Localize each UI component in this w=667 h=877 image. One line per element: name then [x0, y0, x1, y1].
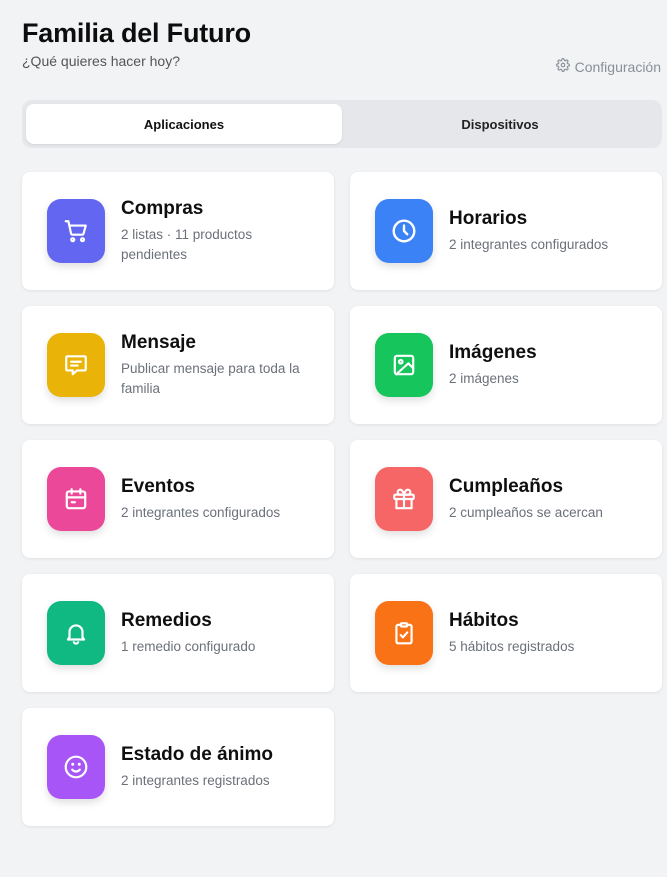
- message-icon: [65, 355, 87, 376]
- app-card-horarios[interactable]: Horarios 2 integrantes configurados: [350, 172, 662, 290]
- card-title: Compras: [121, 197, 204, 219]
- app-card-eventos[interactable]: Eventos 2 integrantes configurados: [22, 440, 334, 558]
- app-icon-tile: [375, 467, 433, 531]
- app-icon-tile: [47, 601, 105, 665]
- page-header: Familia del Futuro ¿Qué quieres hacer ho…: [22, 18, 251, 69]
- smile-icon: [64, 755, 88, 779]
- app-grid: Compras 2 listas · 11 productos pendient…: [22, 172, 662, 826]
- card-title: Imágenes: [449, 341, 537, 363]
- app-card-mensaje[interactable]: Mensaje Publicar mensaje para toda la fa…: [22, 306, 334, 424]
- page-title: Familia del Futuro: [22, 18, 251, 48]
- app-card-estado-de-animo[interactable]: Estado de ánimo 2 integrantes registrado…: [22, 708, 334, 826]
- app-icon-tile: [47, 333, 105, 397]
- calendar-icon: [65, 488, 87, 510]
- card-subtitle: 2 cumpleaños se acercan: [449, 504, 603, 520]
- gear-icon: [555, 58, 570, 75]
- app-card-compras[interactable]: Compras 2 listas · 11 productos pendient…: [22, 172, 334, 290]
- settings-label: Configuración: [574, 58, 661, 75]
- card-subtitle: 2 integrantes configurados: [121, 504, 281, 520]
- card-title: Horarios: [449, 207, 528, 229]
- card-title: Estado de ánimo: [121, 743, 274, 765]
- app-icon-tile: [375, 601, 433, 665]
- card-subtitle: Publicar mensaje para toda la familia: [121, 360, 300, 396]
- card-title: Eventos: [121, 475, 195, 497]
- card-subtitle: 1 remedio configurado: [121, 638, 256, 654]
- app-icon-tile: [375, 333, 433, 397]
- app-icon-tile: [47, 199, 105, 263]
- card-subtitle: 2 integrantes configurados: [449, 236, 609, 252]
- card-title: Mensaje: [121, 331, 196, 353]
- card-title: Hábitos: [449, 609, 519, 631]
- app-card-remedios[interactable]: Remedios 1 remedio configurado: [22, 574, 334, 692]
- card-title: Remedios: [121, 609, 212, 631]
- card-title: Cumpleaños: [449, 475, 564, 497]
- bell-icon: [66, 624, 86, 645]
- clock-icon: [392, 219, 416, 243]
- app-card-cumpleanos[interactable]: Cumpleaños 2 cumpleaños se acercan: [350, 440, 662, 558]
- settings-button[interactable]: Configuración: [555, 58, 661, 75]
- card-subtitle: 5 hábitos registrados: [449, 638, 575, 654]
- app-card-habitos[interactable]: Hábitos 5 hábitos registrados: [350, 574, 662, 692]
- app-icon-tile: [47, 467, 105, 531]
- tab-aplicaciones[interactable]: Aplicaciones: [26, 104, 342, 144]
- app-card-imagenes[interactable]: Imágenes 2 imágenes: [350, 306, 662, 424]
- tab-bar: Aplicaciones Dispositivos: [22, 100, 662, 148]
- image-icon: [393, 354, 415, 376]
- gift-icon: [393, 488, 415, 510]
- cart-icon: [64, 220, 87, 243]
- app-icon-tile: [375, 199, 433, 263]
- clipboard-check-icon: [395, 622, 413, 645]
- card-subtitle: 2 integrantes registrados: [121, 772, 270, 788]
- page-subtitle: ¿Qué quieres hacer hoy?: [22, 53, 180, 69]
- tab-dispositivos[interactable]: Dispositivos: [342, 104, 658, 144]
- card-subtitle: 2 imágenes: [449, 370, 519, 386]
- card-subtitle: 2 listas · 11 productos pendientes: [121, 226, 253, 262]
- app-icon-tile: [47, 735, 105, 799]
